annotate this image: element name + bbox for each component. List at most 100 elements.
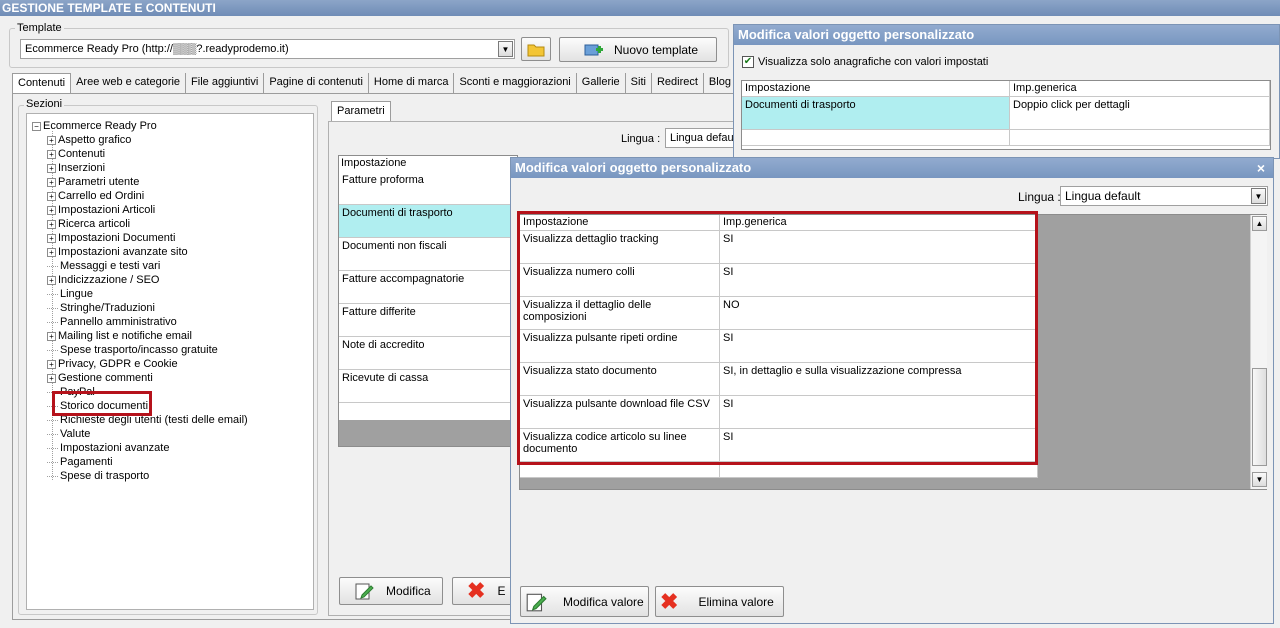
expand-icon[interactable]: + [47,373,56,383]
vertical-scrollbar[interactable]: ▲ ▼ [1250,215,1267,489]
open-folder-button[interactable] [521,37,551,61]
expand-icon[interactable]: + [47,219,56,229]
filter-checkbox-label[interactable]: Visualizza solo anagrafiche con valori i… [758,56,988,68]
tree-item-label: Impostazioni Articoli [58,204,156,216]
dialog-lingua-value: Lingua default [1065,189,1141,203]
row-setting-highlight[interactable]: Documenti di trasporto [742,97,1010,130]
expand-icon[interactable]: + [47,163,56,173]
tree-item-label: Contenuti [58,148,106,160]
parametri-lingua-label: Lingua : [621,133,661,145]
parametri-row[interactable]: Documenti non fiscali [339,238,517,271]
tree-item[interactable]: + Contenuti [47,147,105,161]
chevron-down-icon[interactable]: ▼ [498,41,513,57]
tree-item[interactable]: + Inserzioni [47,161,105,175]
expand-icon[interactable]: + [47,331,56,341]
tab-sconti-e-maggiorazioni[interactable]: Sconti e maggiorazioni [454,73,577,93]
tree-item[interactable]: + Mailing list e notifiche email [47,329,192,343]
expand-icon[interactable]: + [47,191,56,201]
dialog-foreground: Modifica valori oggetto personalizzato ×… [510,157,1274,624]
parametri-row[interactable]: Fatture accompagnatorie [339,271,517,304]
edit-icon [355,583,374,600]
tree-connector [47,307,58,309]
expand-icon[interactable]: + [47,233,56,243]
expand-icon[interactable]: + [47,247,56,257]
filter-checkbox[interactable]: ✔ [742,56,754,68]
new-template-button[interactable]: Nuovo template [559,37,717,62]
settings-highlight [517,211,1038,465]
tab-file-aggiuntivi[interactable]: File aggiuntivi [186,73,265,93]
tree-item[interactable]: Stringhe/Traduzioni [47,301,155,315]
close-icon[interactable]: × [1257,158,1265,178]
tree-item[interactable]: Messaggi e testi vari [47,259,160,273]
tree-item-label: Carrello ed Ordini [58,190,145,202]
tree-item[interactable]: + Impostazioni Articoli [47,203,155,217]
empty-row [1010,130,1270,146]
tree-connector [47,349,58,351]
tree-item[interactable]: + Impostazioni Documenti [47,231,175,245]
tree-item-label: Inserzioni [58,162,106,174]
tree-item-label: Privacy, GDPR e Cookie [58,358,178,370]
tree-item[interactable]: Spese trasporto/incasso gratuite [47,343,218,357]
modifica-button[interactable]: Modifica [339,577,443,605]
tree-item-label: Indicizzazione / SEO [58,274,160,286]
new-template-label: Nuovo template [614,42,699,57]
template-label: Template [15,22,64,34]
tree-item[interactable]: + Aspetto grafico [47,133,131,147]
tab-gallerie[interactable]: Gallerie [577,73,626,93]
tab-siti[interactable]: Siti [626,73,652,93]
expand-icon[interactable]: + [47,135,56,145]
scroll-down-icon[interactable]: ▼ [1252,472,1267,487]
tree-root[interactable]: − Ecommerce Ready Pro [32,119,157,133]
dialog-lingua-select[interactable]: Lingua default ▼ [1060,186,1268,206]
tree-item[interactable]: Pagamenti [47,455,113,469]
tree-item[interactable]: Valute [47,427,90,441]
tab-parametri[interactable]: Parametri [331,101,391,121]
chevron-down-icon[interactable]: ▼ [1251,188,1266,204]
parametri-grid[interactable]: Impostazione Fatture proforma Documenti d… [338,155,518,447]
sections-tree[interactable]: − Ecommerce Ready Pro + Aspetto grafico + Co… [26,113,314,610]
dialog-lingua-label: Lingua : [1018,190,1061,204]
expand-icon[interactable]: + [47,359,56,369]
template-select[interactable]: Ecommerce Ready Pro (http://▒▒▒?.readypr… [20,39,515,59]
dialog-background-grid[interactable]: Impostazione Imp.generica Documenti di t… [741,80,1271,150]
modifica-valore-label: Modifica valore [563,594,644,609]
modifica-valore-button[interactable]: Modifica valore [520,586,649,617]
tree-item[interactable]: + Ricerca articoli [47,217,130,231]
tree-item[interactable]: + Impostazioni avanzate sito [47,245,188,259]
expand-icon[interactable]: + [47,205,56,215]
tree-item[interactable]: Pannello amministrativo [47,315,177,329]
tree-item[interactable]: + Parametri utente [47,175,139,189]
tree-item[interactable]: Impostazioni avanzate [47,441,169,455]
tab-contenuti[interactable]: Contenuti [12,73,72,93]
parametri-row[interactable]: Documenti di trasporto [339,205,517,238]
empty-row [742,130,1010,146]
parametri-row[interactable]: Note di accredito [339,337,517,370]
tree-item[interactable]: + Privacy, GDPR e Cookie [47,357,178,371]
parametri-row[interactable]: Ricevute di cassa [339,370,517,403]
tree-item[interactable]: + Gestione commenti [47,371,153,385]
parametri-row[interactable]: Fatture proforma [339,172,517,205]
tab-aree-web-e-categorie[interactable]: Aree web e categorie [71,73,187,93]
collapse-icon[interactable]: − [32,121,41,131]
tree-item-label: Messaggi e testi vari [60,260,161,272]
expand-icon[interactable]: + [47,149,56,159]
expand-icon[interactable]: + [47,177,56,187]
tab-redirect[interactable]: Redirect [652,73,704,93]
tab-home-di-marca[interactable]: Home di marca [369,73,455,93]
tree-item[interactable]: Spese di trasporto [47,469,149,483]
tree-item[interactable]: + Indicizzazione / SEO [47,273,160,287]
tree-connector [47,293,58,295]
elimina-valore-button[interactable]: ✖ Elimina valore [655,586,784,617]
tree-item[interactable]: + Carrello ed Ordini [47,189,144,203]
row-value[interactable]: Doppio click per dettagli [1010,97,1270,130]
tab-pagine-di-contenuti[interactable]: Pagine di contenuti [264,73,369,93]
scroll-thumb[interactable] [1252,368,1267,466]
tree-item-label: Valute [60,428,91,440]
expand-icon[interactable]: + [47,275,56,285]
tree-item-label: Mailing list e notifiche email [58,330,192,342]
tab-blog[interactable]: Blog [704,73,737,93]
tree-item-label: Pannello amministrativo [60,316,177,328]
parametri-row[interactable]: Fatture differite [339,304,517,337]
scroll-up-icon[interactable]: ▲ [1252,216,1267,231]
tree-item[interactable]: Lingue [47,287,93,301]
